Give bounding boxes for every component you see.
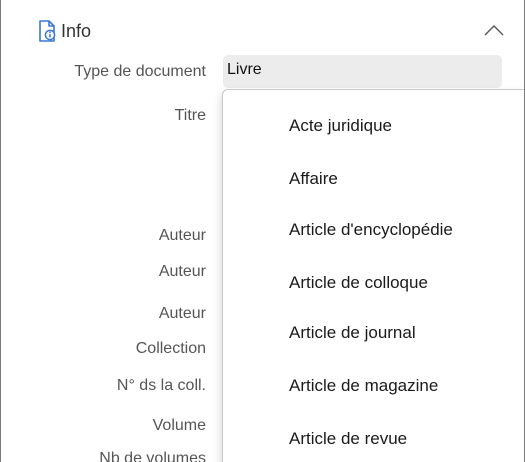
section-title: Info [61,21,92,41]
author-label: Auteur [158,305,206,322]
dropdown-option[interactable]: Article d'encyclopédie [223,206,524,258]
dropdown-option-label: Article de magazine [289,376,439,395]
document-type-label: Type de document [74,63,206,80]
document-type-dropdown: Acte juridique Affaire Article d'encyclo… [222,89,524,462]
document-type-value: Livre [227,61,262,78]
dropdown-option[interactable]: Article de revue [223,415,524,462]
collection-label: Collection [135,340,206,357]
document-type-select[interactable]: Livre [223,55,502,88]
item-pane: Info Type de document Titre Auteur Auteu… [0,0,525,462]
title-label: Titre [174,107,206,124]
document-info-icon [39,20,56,42]
dropdown-option[interactable]: Affaire [223,155,524,207]
dropdown-option[interactable]: Acte juridique [223,102,524,154]
collection-number-label: N° ds la coll. [116,377,206,394]
dropdown-option[interactable]: Article de journal [223,309,524,361]
dropdown-option-label: Article d'encyclopédie [289,220,453,239]
volumes-count-label: Nb de volumes [99,450,206,462]
info-section-header[interactable]: Info [1,18,524,48]
dropdown-option-label: Article de revue [289,429,408,448]
dropdown-option[interactable]: Article de colloque [223,259,524,311]
author-label: Auteur [158,227,206,244]
chevron-up-icon[interactable] [484,24,504,36]
dropdown-option-label: Acte juridique [289,116,393,135]
dropdown-option-label: Article de journal [289,323,416,342]
dropdown-option[interactable]: Article de magazine [223,362,524,414]
dropdown-option-label: Article de colloque [289,273,428,292]
volume-label: Volume [152,417,206,434]
author-label: Auteur [158,263,206,280]
dropdown-option-label: Affaire [289,169,338,188]
